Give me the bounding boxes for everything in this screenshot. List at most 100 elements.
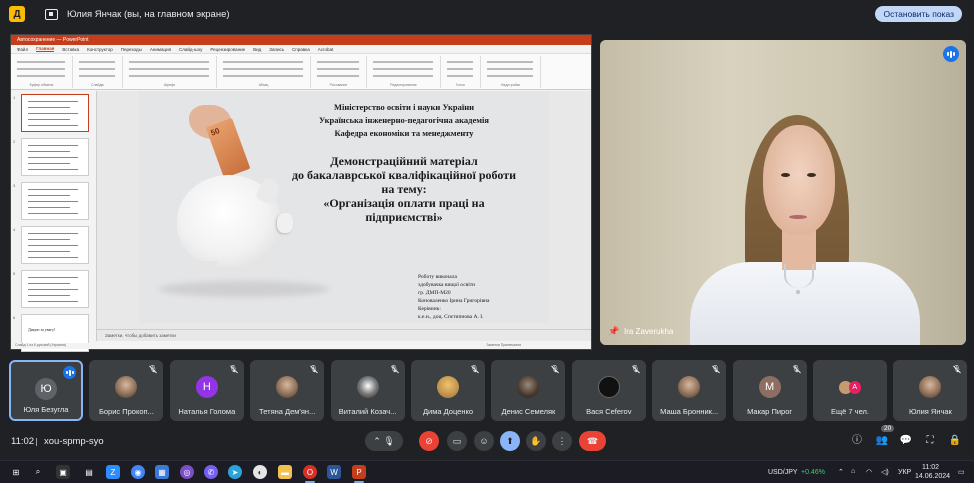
ribbon-control[interactable] bbox=[223, 61, 303, 63]
windows-start-icon[interactable]: ⊞ bbox=[9, 465, 23, 479]
clock-date[interactable]: 14.06.2024 bbox=[915, 473, 950, 480]
captions-button[interactable]: ▭ bbox=[447, 431, 467, 451]
ribbon-control[interactable] bbox=[223, 68, 303, 70]
thumbnail-number: 5 bbox=[13, 271, 16, 276]
ribbon-control[interactable] bbox=[317, 61, 359, 63]
viber-icon[interactable]: ✆ bbox=[204, 465, 218, 479]
search-icon[interactable]: ⌕ bbox=[31, 465, 45, 479]
mic-off-icon: 🎙︎ bbox=[550, 366, 560, 373]
ribbon-tab[interactable]: Главная bbox=[36, 46, 55, 52]
status-right[interactable]: Заметки Примечания bbox=[486, 343, 521, 347]
shared-screen[interactable]: Автосохранение — PowerPoint Файл Главная В… bbox=[10, 34, 592, 352]
emoji-button[interactable]: ☺ bbox=[474, 431, 494, 451]
activities-icon[interactable]: ⛶ bbox=[923, 434, 937, 448]
ribbon-tab[interactable]: Вставка bbox=[62, 47, 79, 52]
clock-time[interactable]: 11:02 bbox=[922, 464, 939, 471]
ribbon-tab[interactable]: Конструктор bbox=[87, 47, 113, 52]
language-indicator[interactable]: УКР bbox=[898, 469, 911, 476]
ribbon-control[interactable] bbox=[17, 61, 65, 63]
participant-tile[interactable]: 🎙︎ Тетяна Дем'ян... bbox=[250, 360, 325, 421]
app-icon[interactable]: ◎ bbox=[180, 465, 194, 479]
slide-thumbnail[interactable] bbox=[21, 94, 89, 132]
slide-thumbnail[interactable] bbox=[21, 182, 89, 220]
ribbon-control[interactable] bbox=[129, 75, 209, 77]
network-icon[interactable]: ⌂ bbox=[851, 468, 855, 475]
pin-icon[interactable]: 📌 bbox=[608, 326, 619, 337]
participant-tile[interactable]: 🎙︎ Дима Доценко bbox=[411, 360, 485, 421]
host-controls-icon[interactable]: 🔒 bbox=[948, 434, 962, 448]
wifi-icon[interactable]: ◠ bbox=[866, 468, 872, 476]
volume-icon[interactable]: ◁) bbox=[881, 468, 889, 476]
ribbon-tab[interactable]: Рецензирование bbox=[210, 47, 245, 52]
current-slide[interactable]: 50 Міністерство освіти і науки України У… bbox=[139, 91, 549, 323]
people-icon[interactable]: 👥 bbox=[875, 434, 889, 448]
ticker-symbol[interactable]: USD/JPY bbox=[768, 469, 798, 476]
ribbon-control[interactable] bbox=[487, 61, 533, 63]
ribbon-tab[interactable]: Справка bbox=[292, 47, 310, 52]
ribbon-control[interactable] bbox=[487, 68, 533, 70]
participant-tile[interactable]: 🎙︎ Маша Бронник... bbox=[652, 360, 727, 421]
thumbnail-line bbox=[28, 119, 70, 120]
participant-tile[interactable]: М 🎙︎ Макар Пирог bbox=[732, 360, 807, 421]
more-options-button[interactable]: ⋮ bbox=[552, 431, 572, 451]
telegram-icon[interactable]: ➤ bbox=[228, 465, 242, 479]
ribbon-control[interactable] bbox=[447, 68, 473, 70]
task-view-icon[interactable]: ▣ bbox=[56, 465, 70, 479]
ribbon-control[interactable] bbox=[17, 68, 65, 70]
ribbon-control[interactable] bbox=[447, 75, 473, 77]
participant-tile[interactable]: 🎙︎ Денис Семеляк bbox=[491, 360, 566, 421]
ribbon-control[interactable] bbox=[487, 75, 533, 77]
slide-thumbnail[interactable] bbox=[21, 138, 89, 176]
notifications-icon[interactable]: ▭ bbox=[958, 468, 965, 476]
participant-tile[interactable]: Ю Юля Безугла bbox=[9, 360, 83, 421]
participant-tile[interactable]: 🎙︎ Борис Прокоп... bbox=[89, 360, 164, 421]
ribbon-control[interactable] bbox=[129, 61, 209, 63]
ribbon-control[interactable] bbox=[79, 68, 115, 70]
ribbon-control[interactable] bbox=[317, 68, 359, 70]
chrome-icon[interactable]: ◉ bbox=[131, 465, 145, 479]
ribbon-control[interactable] bbox=[223, 75, 303, 77]
info-icon[interactable]: ⓘ bbox=[850, 434, 864, 448]
opera-icon[interactable]: O bbox=[303, 465, 317, 479]
ribbon-control[interactable] bbox=[373, 68, 433, 70]
leave-call-button[interactable]: ☎ bbox=[579, 431, 606, 451]
participant-tile[interactable]: 🎙︎ Юлия Янчак bbox=[893, 360, 968, 421]
file-explorer-icon[interactable]: ▤ bbox=[82, 465, 96, 479]
participant-tile[interactable]: A Ещё 7 чел. bbox=[813, 360, 887, 421]
participant-tile[interactable]: 🎙︎ Виталий Козач... bbox=[330, 360, 405, 421]
participant-tile[interactable]: 🎙︎ Вася Ceferov bbox=[571, 360, 646, 421]
microphone-button[interactable]: ⌃ 🎙 bbox=[365, 431, 403, 451]
ribbon-tab[interactable]: Вид bbox=[253, 47, 261, 52]
camera-off-button[interactable]: ⊘ bbox=[419, 431, 439, 451]
ribbon-tab[interactable]: Слайд-шоу bbox=[179, 47, 202, 52]
zoom-icon[interactable]: Z bbox=[106, 465, 120, 479]
ribbon-tab[interactable]: Acrobat bbox=[318, 47, 334, 52]
ribbon-control[interactable] bbox=[79, 75, 115, 77]
stop-sharing-button[interactable]: Остановить показ bbox=[875, 6, 962, 22]
ribbon-control[interactable] bbox=[373, 75, 433, 77]
ribbon-tab[interactable]: Переходы bbox=[121, 47, 142, 52]
folder-icon[interactable]: ▬ bbox=[278, 465, 292, 479]
notes-pane[interactable]: Заметки, чтобы добавить заметки bbox=[97, 329, 591, 341]
participant-tile[interactable]: Н 🎙︎ Наталья Голома bbox=[169, 360, 244, 421]
browser-icon[interactable]: ◐ bbox=[253, 465, 267, 479]
ribbon-control[interactable] bbox=[79, 61, 115, 63]
raise-hand-button[interactable]: ✋ bbox=[526, 431, 546, 451]
present-button[interactable]: ⬆ bbox=[500, 431, 520, 451]
powerpoint-icon[interactable]: P bbox=[352, 465, 366, 479]
ribbon-tab[interactable]: Файл bbox=[17, 47, 28, 52]
ribbon-control[interactable] bbox=[17, 75, 65, 77]
ribbon-control[interactable] bbox=[447, 61, 473, 63]
slide-thumbnail[interactable] bbox=[21, 226, 89, 264]
chat-icon[interactable]: 💬 bbox=[899, 434, 913, 448]
ribbon-control[interactable] bbox=[373, 61, 433, 63]
chevron-up-icon[interactable]: ⌃ bbox=[838, 468, 844, 476]
word-icon[interactable]: W bbox=[327, 465, 341, 479]
slide-thumbnail[interactable] bbox=[21, 270, 89, 308]
ribbon-tab[interactable]: Анимация bbox=[150, 47, 171, 52]
ribbon-control[interactable] bbox=[317, 75, 359, 77]
ribbon-control[interactable] bbox=[129, 68, 209, 70]
store-icon[interactable]: ▦ bbox=[155, 465, 169, 479]
speaker-tile[interactable]: 📌 Ira Zaverukha bbox=[600, 40, 966, 345]
ribbon-tab[interactable]: Запись bbox=[269, 47, 284, 52]
